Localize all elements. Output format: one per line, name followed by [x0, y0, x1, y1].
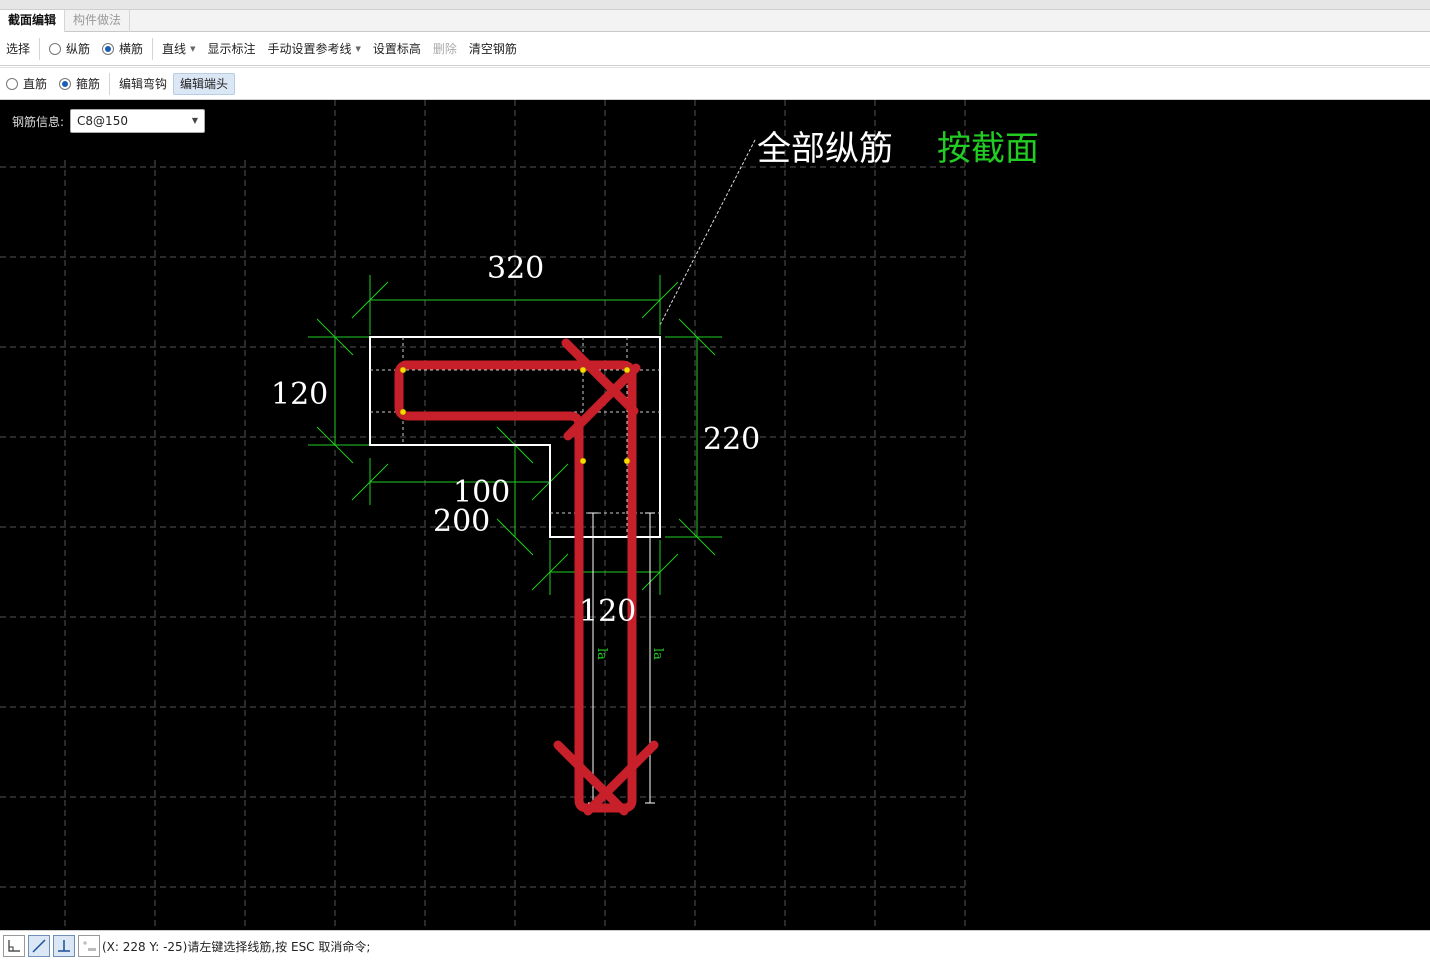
chevron-down-icon: ▼ [190, 45, 196, 53]
stirrup-rebar [394, 338, 659, 816]
leader-line [659, 139, 756, 326]
rebar-point [399, 366, 407, 374]
perpendicular-icon [58, 940, 70, 952]
radio-longitudinal[interactable]: 纵筋 [43, 38, 96, 60]
rebar-point [579, 457, 587, 465]
dim-text-120-bottom: 120 [579, 594, 636, 629]
tab-component-method[interactable]: 构件做法 [65, 10, 131, 32]
radio-straight[interactable]: 直筋 [0, 73, 53, 95]
chevron-down-icon: ▼ [355, 45, 361, 53]
rebar-info-label: 钢筋信息: [12, 114, 65, 129]
la-label: la [594, 648, 609, 660]
offset-icon [83, 941, 96, 951]
radio-longitudinal-label: 纵筋 [66, 42, 91, 56]
radio-stirrup-indicator[interactable] [59, 77, 72, 90]
rebar-info: 钢筋信息: C8@150 ▼ [12, 109, 206, 133]
line-snap-button[interactable] [28, 935, 50, 957]
ortho-mode-button[interactable] [3, 935, 25, 957]
set-elevation-button[interactable]: 设置标高 [367, 38, 427, 60]
toolbar-main: 选择 纵筋 横筋 直线 ▼ 显示标注 手动设置参考线 ▼ 设置标高 删除 清空钢… [0, 33, 1430, 66]
radio-stirrup-label: 箍筋 [76, 76, 101, 91]
manual-ref-line-dropdown[interactable]: 手动设置参考线 ▼ [261, 38, 366, 60]
rebar-point [399, 408, 407, 416]
toolbar-divider [39, 38, 41, 60]
manual-ref-line-label: 手动设置参考线 [267, 42, 352, 56]
diagonal-line-icon [32, 939, 46, 953]
tab-section-edit[interactable]: 截面编辑 [0, 10, 66, 32]
toolbar-secondary: 直筋 箍筋 编辑弯钩 编辑端头 [0, 67, 1430, 100]
status-bar: (X: 228 Y: -25)请左键选择线筋,按 ESC 取消命令; [0, 930, 1430, 961]
app-window: 截面编辑 构件做法 选择 纵筋 横筋 直线 ▼ 显示标注 手动设置参考线 ▼ 设… [0, 0, 1430, 961]
radio-straight-indicator[interactable] [6, 77, 18, 90]
section-drawing: 全部纵筋 按截面 320 120 220 100 200 120 la la [0, 100, 1039, 930]
rebar-hook [583, 740, 659, 816]
rebar-point [579, 366, 587, 374]
tab-bar: 截面编辑 构件做法 [0, 10, 1430, 32]
la-label: la [650, 648, 665, 660]
radio-longitudinal-indicator[interactable] [49, 43, 62, 55]
dim-text-320: 320 [487, 251, 544, 286]
radio-transverse[interactable]: 横筋 [96, 38, 149, 60]
rebar-hook [553, 740, 629, 816]
dim-text-120-left: 120 [271, 377, 328, 412]
delete-button[interactable]: 删除 [427, 38, 463, 60]
chevron-down-icon: ▼ [191, 116, 199, 125]
edit-hook-button[interactable]: 编辑弯钩 [113, 73, 173, 95]
show-dimension-button[interactable]: 显示标注 [201, 38, 261, 60]
clear-rebar-button[interactable]: 清空钢筋 [463, 38, 523, 60]
label-all-longitudinal: 全部纵筋 [757, 129, 893, 169]
rebar-point [623, 366, 631, 374]
drawing-canvas[interactable]: 钢筋信息: C8@150 ▼ 全部纵筋 按截面 320 120 220 100 … [0, 100, 1430, 930]
radio-stirrup[interactable]: 箍筋 [53, 73, 106, 95]
toolbar-divider [109, 72, 111, 95]
radio-transverse-indicator[interactable] [102, 43, 115, 55]
rebar-info-select[interactable]: C8@150 ▼ [70, 109, 206, 133]
rebar-point [623, 457, 631, 465]
rebar-info-value: C8@150 [77, 114, 128, 128]
edit-end-button[interactable]: 编辑端头 [173, 72, 236, 95]
dim-text-200: 200 [433, 504, 490, 539]
label-by-section: 按截面 [937, 129, 1039, 169]
radio-straight-label: 直筋 [23, 76, 48, 91]
dim-text-220: 220 [703, 422, 760, 457]
perpendicular-snap-button[interactable] [53, 935, 75, 957]
line-mode-label: 直线 [162, 42, 187, 56]
select-button[interactable]: 选择 [0, 38, 36, 60]
line-mode-dropdown[interactable]: 直线 ▼ [156, 38, 201, 60]
offset-snap-button[interactable] [78, 935, 100, 957]
ortho-icon [8, 940, 20, 952]
status-text: (X: 228 Y: -25)请左键选择线筋,按 ESC 取消命令; [102, 939, 371, 954]
toolbar-divider [152, 38, 154, 60]
radio-transverse-label: 横筋 [119, 42, 144, 56]
title-strip [0, 0, 1430, 10]
